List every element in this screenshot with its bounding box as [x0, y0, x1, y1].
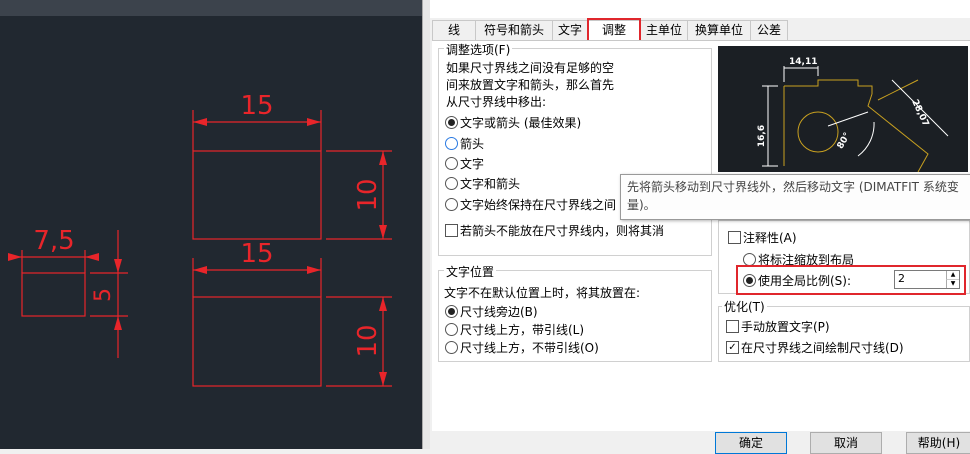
small-rectangle: [21, 272, 86, 317]
fit-options-legend: 调整选项(F): [444, 41, 513, 58]
bottom-rectangle: [192, 296, 322, 387]
radio-over-with-leader-label: 尺寸线上方，带引线(L): [460, 323, 585, 337]
tab-primary-units[interactable]: 主单位: [640, 20, 688, 40]
fine-tuning-legend: 优化(T): [722, 298, 767, 315]
radio-always-keep-text[interactable]: [445, 198, 458, 211]
radio-text-or-arrows[interactable]: [445, 116, 458, 129]
cad-drawing: 15 15 7,5 10 10 5: [8, 91, 392, 387]
tooltip-line: 量)。: [627, 198, 656, 212]
preview-width-label: 14,11: [789, 57, 817, 67]
checkbox-draw-dim-line[interactable]: ✓: [726, 341, 739, 354]
cancel-button[interactable]: 取消: [810, 432, 882, 454]
radio-beside-dim-line-label: 尺寸线旁边(B): [460, 305, 538, 319]
bottom-height-dim: 10: [353, 324, 383, 357]
tab-lines[interactable]: 线: [432, 20, 476, 40]
checkbox-annotative[interactable]: [728, 231, 741, 244]
tab-text[interactable]: 文字: [552, 20, 588, 40]
dimension-style-dialog: 线 符号和箭头 文字 调整 主单位 换算单位 公差 调整选项(F) 如果尺寸界线…: [430, 0, 970, 454]
radio-text-or-arrows-label: 文字或箭头 (最佳效果): [460, 116, 582, 130]
dimension-preview: 14,11 16,6 28,07 80°: [718, 46, 968, 173]
tab-highlight-box: [587, 18, 641, 42]
ok-button[interactable]: 确定: [715, 432, 787, 454]
radio-text-label: 文字: [460, 157, 485, 171]
radio-over-without-leader-label: 尺寸线上方，不带引线(O): [460, 341, 599, 355]
checkbox-draw-dim-line-label: 在尺寸界线之间绘制尺寸线(D): [741, 341, 904, 355]
checkbox-annotative-label: 注释性(A): [743, 231, 797, 245]
small-width-dim: 7,5: [33, 226, 74, 256]
tab-tolerances[interactable]: 公差: [750, 20, 788, 40]
bottom-width-dim: 15: [240, 239, 273, 269]
radio-text[interactable]: [445, 157, 458, 170]
radio-over-without-leader[interactable]: [445, 341, 458, 354]
top-width-dim: 15: [240, 91, 273, 121]
checkbox-suppress-arrows[interactable]: [445, 224, 458, 237]
top-height-dim: 10: [353, 178, 383, 211]
tab-alternate-units[interactable]: 换算单位: [687, 20, 751, 40]
preview-height-label: 16,6: [757, 125, 767, 147]
text-placement-legend: 文字位置: [444, 263, 497, 280]
preview-diagonal-label: 28,07: [909, 98, 930, 128]
small-height-dim: 5: [91, 288, 116, 302]
dialog-header-strip: [430, 0, 970, 18]
radio-arrows-label: 箭头: [460, 137, 485, 151]
radio-over-with-leader[interactable]: [445, 323, 458, 336]
fit-description-line: 间来放置文字和箭头，那么首先: [446, 78, 615, 92]
radio-beside-dim-line[interactable]: [445, 305, 458, 318]
radio-text-and-arrows-label: 文字和箭头: [460, 177, 521, 191]
preview-drawing: 14,11 16,6 28,07 80°: [757, 57, 949, 173]
tooltip: 先将箭头移动到尺寸界线外，然后移动文字 (DIMATFIT 系统变 量)。: [620, 174, 970, 220]
help-button[interactable]: 帮助(H): [906, 432, 970, 454]
tooltip-line: 先将箭头移动到尺寸界线外，然后移动文字 (DIMATFIT 系统变: [627, 180, 959, 194]
radio-text-and-arrows[interactable]: [445, 177, 458, 190]
checkbox-place-text-manually[interactable]: [726, 320, 739, 333]
tab-symbols-arrows[interactable]: 符号和箭头: [475, 20, 553, 40]
fit-description-line: 从尺寸界线中移出:: [446, 95, 547, 109]
text-placement-description: 文字不在默认位置上时，将其放置在:: [444, 286, 641, 300]
checkbox-place-text-manually-label: 手动放置文字(P): [741, 320, 830, 334]
top-rectangle: [192, 150, 322, 240]
cad-canvas[interactable]: 15 15 7,5 10 10 5: [0, 0, 422, 449]
fit-description-line: 如果尺寸界线之间没有足够的空: [446, 61, 615, 75]
radio-always-keep-text-label: 文字始终保持在尺寸界线之间: [460, 198, 617, 212]
checkbox-suppress-arrows-label: 若箭头不能放在尺寸界线内，则将其消: [460, 224, 665, 238]
radio-arrows[interactable]: [445, 137, 458, 150]
scale-highlight-box: [736, 265, 966, 295]
